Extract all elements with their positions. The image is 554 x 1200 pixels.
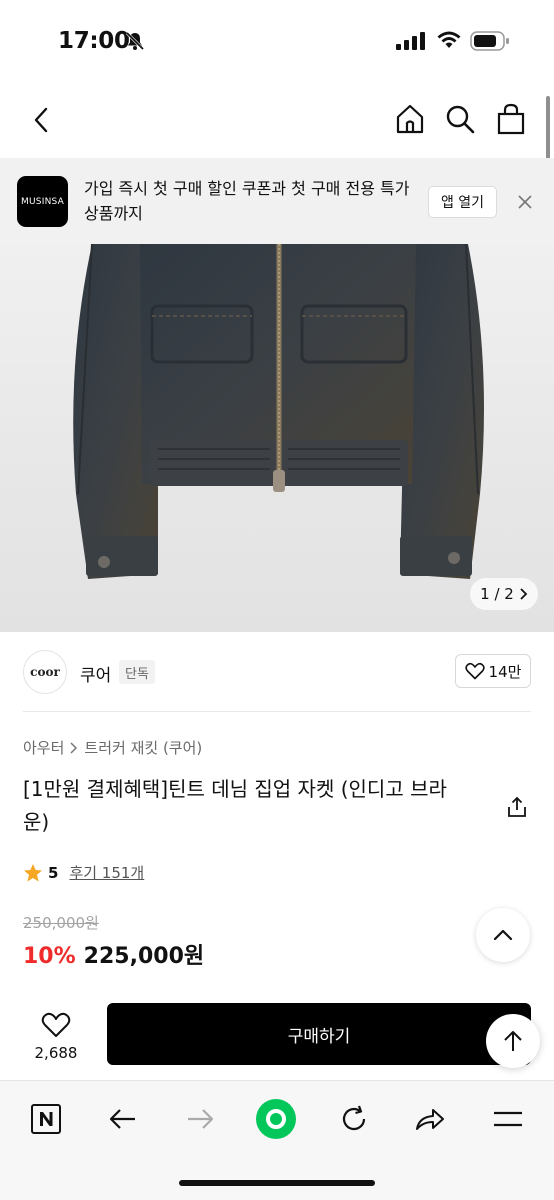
back-button[interactable] [24, 102, 58, 138]
brand-logo[interactable]: coor [23, 650, 67, 694]
status-time: 17:00 [58, 28, 130, 54]
open-app-button[interactable]: 앱 열기 [428, 186, 497, 218]
review-link[interactable]: 후기 151개 [69, 862, 144, 883]
app-header [0, 82, 554, 158]
close-icon [518, 195, 532, 209]
brand-likes-count: 14만 [488, 662, 522, 681]
cart-button[interactable] [493, 100, 529, 138]
sale-price: 225,000원 [83, 944, 205, 969]
back-icon [109, 1109, 135, 1129]
browser-forward-button[interactable] [178, 1099, 222, 1139]
brand-like-button[interactable]: 14만 [455, 654, 531, 688]
wishlist-count: 2,688 [34, 1044, 78, 1062]
browser-back-button[interactable] [101, 1099, 145, 1139]
divider [23, 711, 531, 712]
share-icon [508, 796, 526, 817]
home-indicator [179, 1180, 375, 1186]
wishlist-button[interactable]: 2,688 [23, 1004, 89, 1070]
naver-home-button[interactable] [24, 1099, 68, 1139]
green-dot-button[interactable] [254, 1099, 298, 1139]
green-circle-icon [256, 1099, 296, 1139]
image-counter[interactable]: 1 / 2 [470, 578, 538, 610]
rating-value: 5 [48, 863, 59, 882]
heart-icon [41, 1012, 71, 1037]
star-icon [24, 863, 42, 881]
breadcrumb-item-subcategory[interactable]: 트러커 재킷 (쿠어) [84, 737, 202, 758]
exclusive-badge: 단독 [119, 660, 155, 684]
shopping-bag-icon [497, 103, 525, 135]
back-arrow-icon [34, 107, 48, 133]
buy-button[interactable]: 구매하기 [107, 1003, 531, 1065]
bell-off-icon [124, 30, 146, 56]
signal-icon [396, 32, 426, 54]
purchase-bar: 2,688 구매하기 [0, 996, 554, 1080]
naver-n-icon [31, 1104, 61, 1134]
price-row: 10% 225,000원 [23, 938, 204, 970]
original-price: 250,000원 [23, 914, 99, 932]
brand-name[interactable]: 쿠어 [80, 661, 111, 686]
rating-row: 5 후기 151개 [23, 862, 144, 883]
discount-rate: 10% [23, 944, 76, 969]
heart-icon [464, 662, 485, 680]
home-icon [396, 104, 424, 134]
jacket-image [73, 244, 484, 579]
product-title: [1만원 결제혜택]틴트 데님 집업 자켓 (인디고 브라운) [23, 777, 447, 834]
share-button[interactable] [504, 794, 530, 820]
browser-menu-button[interactable] [486, 1099, 530, 1139]
close-banner-button[interactable] [514, 191, 536, 213]
search-icon [446, 105, 475, 134]
musinsa-logo: MUSINSA [17, 176, 68, 227]
reload-button[interactable] [332, 1099, 376, 1139]
product-image[interactable]: 1 / 2 [0, 244, 554, 632]
arrow-up-icon [504, 1031, 522, 1051]
brand-row: coor 쿠어 단독 14만 [0, 632, 554, 712]
browser-share-button[interactable] [408, 1099, 452, 1139]
wifi-icon [436, 30, 462, 54]
home-button[interactable] [392, 100, 428, 138]
collapse-button[interactable] [476, 908, 530, 962]
share-icon [416, 1109, 444, 1130]
scroll-to-top-button[interactable] [486, 1014, 540, 1068]
search-button[interactable] [442, 100, 478, 138]
breadcrumb: 아우터 트러커 재킷 (쿠어) [23, 737, 202, 758]
chevron-right-icon [520, 588, 528, 600]
promo-text: 가입 즉시 첫 구매 할인 쿠폰과 첫 구매 전용 특가 상품까지 [84, 179, 410, 223]
promo-banner: MUSINSA 가입 즉시 첫 구매 할인 쿠폰과 첫 구매 전용 특가 상품까… [0, 158, 554, 244]
chevron-right-icon [70, 741, 78, 754]
reload-icon [342, 1105, 366, 1131]
breadcrumb-item-category[interactable]: 아우터 [23, 737, 64, 758]
battery-icon [470, 31, 510, 55]
chevron-up-icon [493, 929, 513, 941]
image-counter-text: 1 / 2 [480, 585, 514, 603]
status-bar: 17:00 [0, 0, 554, 82]
forward-icon [188, 1109, 214, 1129]
menu-icon [494, 1111, 522, 1127]
